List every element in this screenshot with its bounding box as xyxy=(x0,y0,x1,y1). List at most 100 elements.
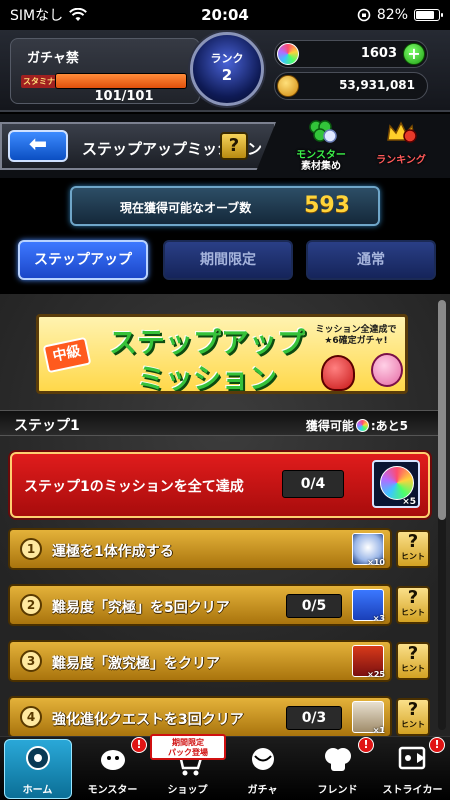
clover-icon xyxy=(309,120,337,143)
carrier-label: SIMなし xyxy=(10,8,64,24)
hint-label: ヒント xyxy=(401,720,425,729)
scrollbar[interactable] xyxy=(438,300,446,730)
rank-value: 2 xyxy=(221,66,233,84)
coin-balance: 53,931,081 xyxy=(274,72,428,100)
main-mission-reward[interactable]: ×5 xyxy=(372,460,420,508)
mission-label: 難易度「激究極」をクリア xyxy=(52,656,220,672)
hint-label: ヒント xyxy=(401,664,425,673)
nav-label: フレンド xyxy=(317,785,358,796)
nav-label: ガチャ xyxy=(247,785,278,796)
mission-list-panel: 中級 ステップアップ ミッション ミッション全達成で★6確定ガチャ! ステップ1… xyxy=(0,294,450,736)
mission-reward[interactable]: ×3 xyxy=(352,589,385,623)
help-button[interactable]: ? xyxy=(220,132,248,160)
monster-materials-link[interactable]: モンスター 素材集め xyxy=(286,118,356,174)
orb-icon xyxy=(380,466,414,500)
tab-step-up[interactable]: ステップアップ xyxy=(18,240,148,280)
hint-button[interactable]: ? ヒント xyxy=(396,530,430,568)
nav-gacha[interactable]: ガチャ xyxy=(225,737,300,800)
orb-count: 1603 xyxy=(360,46,397,61)
mission-progress: 0/3 xyxy=(286,706,342,730)
mission-reward[interactable]: ×1 xyxy=(352,701,385,735)
mission-reward[interactable]: ×10 xyxy=(352,533,385,567)
mission-row[interactable]: 2 難易度「究極」を5回クリア 0/5 ×3 xyxy=(8,584,392,626)
nav-label: モンスター xyxy=(87,785,138,796)
mission-progress: 0/5 xyxy=(286,594,342,618)
battery-icon xyxy=(414,9,443,21)
striker-icon xyxy=(398,746,426,770)
nav-label: ショップ xyxy=(167,785,208,796)
ranking-link[interactable]: ランキング xyxy=(366,118,436,174)
nav-label: ストライカー xyxy=(382,785,443,796)
step-available: 獲得可能 :あと5 xyxy=(306,417,408,434)
monster-icon xyxy=(101,750,125,770)
rank-orb[interactable]: ランク 2 xyxy=(190,32,264,106)
available-orbs-panel: 現在獲得可能なオーブ数 593 xyxy=(70,186,380,226)
coin-count: 53,931,081 xyxy=(339,78,415,92)
mission-label: 難易度「究極」を5回クリア xyxy=(52,600,230,616)
nav-home[interactable]: ホーム xyxy=(0,737,75,800)
step-available-prefix: 獲得可能 xyxy=(305,419,354,433)
coin-icon xyxy=(277,75,299,97)
mission-row[interactable]: 1 運極を1体作成する ×10 xyxy=(8,528,392,570)
hint-label: ヒント xyxy=(401,552,425,561)
question-icon: ? xyxy=(407,587,419,608)
limited-pack-tag: 期間限定 パック登場 xyxy=(150,734,226,760)
difficulty-badge: 中級 xyxy=(42,336,92,374)
mission-tabs: ステップアップ 期間限定 通常 xyxy=(18,240,438,280)
back-button[interactable]: ⬅ xyxy=(8,130,68,162)
mission-label: 運極を1体作成する xyxy=(52,544,174,560)
mission-number: 3 xyxy=(20,650,42,672)
main-mission-label: ステップ1のミッションを全て達成 xyxy=(24,479,244,495)
question-icon: ? xyxy=(407,699,419,720)
main-mission[interactable]: ステップ1のミッションを全て達成 0/4 ×5 xyxy=(10,452,430,518)
banner-title-line1: ステップアップ xyxy=(109,326,306,359)
player-header: ガチャ禁 スタミナ 101/101 ランク 2 1603 + 53,931,08… xyxy=(0,30,450,112)
hint-button[interactable]: ? ヒント xyxy=(396,698,430,736)
notification-badge: ! xyxy=(131,737,147,753)
banner-title-line2: ミッション xyxy=(137,362,278,394)
gacha-icon xyxy=(252,748,274,770)
mission-row[interactable]: 3 難易度「激究極」をクリア ×25 xyxy=(8,640,392,682)
hint-button[interactable]: ? ヒント xyxy=(396,642,430,680)
home-icon xyxy=(26,746,50,770)
question-icon: ? xyxy=(407,643,419,664)
step-title: ステップ1 xyxy=(14,418,80,434)
question-icon: ? xyxy=(407,531,419,552)
available-orbs-value: 593 xyxy=(304,193,350,218)
limited-tag-line1: 期間限定 xyxy=(172,738,204,747)
title-bar: ⬅ ステップアップミッション ? モンスター 素材集め ランキング xyxy=(0,114,450,178)
mission-row[interactable]: 4 強化進化クエストを3回クリア 0/3 ×1 xyxy=(8,696,392,736)
step-header: ステップ1 獲得可能 :あと5 xyxy=(0,410,438,436)
limited-tag-line2: パック登場 xyxy=(168,748,208,757)
reward-count: ×1 xyxy=(372,726,385,735)
hint-button[interactable]: ? ヒント xyxy=(396,586,430,624)
notification-badge: ! xyxy=(358,737,374,753)
scrollbar-thumb[interactable] xyxy=(438,300,446,520)
tab-normal[interactable]: 通常 xyxy=(306,240,436,280)
mission-reward[interactable]: ×25 xyxy=(352,645,385,679)
friend-icon xyxy=(325,748,351,771)
nav-striker[interactable]: ストライカー ! xyxy=(375,737,450,800)
monster-link-line1: モンスター xyxy=(296,150,346,161)
mission-number: 1 xyxy=(20,538,42,560)
reward-count: ×5 xyxy=(402,497,416,507)
nav-monster[interactable]: モンスター ! xyxy=(75,737,150,800)
stamina-label: スタミナ xyxy=(21,75,57,88)
mission-banner[interactable]: 中級 ステップアップ ミッション ミッション全達成で★6確定ガチャ! xyxy=(36,314,408,394)
buy-orbs-button[interactable]: + xyxy=(403,43,425,65)
nav-friend[interactable]: フレンド ! xyxy=(300,737,375,800)
monster-link-line2: 素材集め xyxy=(301,161,341,172)
orb-icon xyxy=(277,43,299,65)
stamina-value: 101/101 xyxy=(94,89,154,104)
pink-mascot-icon xyxy=(371,353,403,387)
mission-number: 4 xyxy=(20,706,42,728)
orb-icon xyxy=(355,419,369,432)
nav-label: ホーム xyxy=(22,785,53,796)
player-info: ガチャ禁 スタミナ 101/101 xyxy=(10,38,200,104)
player-name: ガチャ禁 xyxy=(27,51,79,66)
stamina-bar xyxy=(55,73,187,89)
tab-limited[interactable]: 期間限定 xyxy=(163,240,293,280)
ranking-label: ランキング xyxy=(376,155,426,166)
wifi-icon xyxy=(69,8,88,21)
mission-label: 強化進化クエストを3回クリア xyxy=(52,712,244,728)
